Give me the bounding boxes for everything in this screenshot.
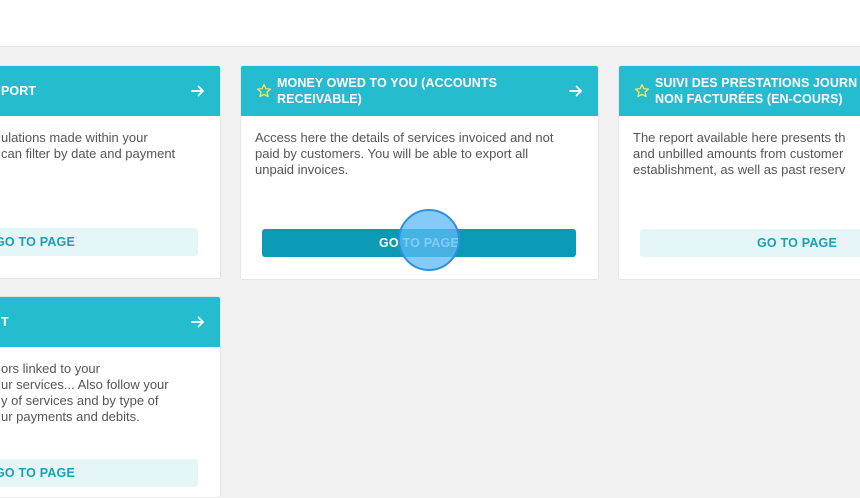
card-header[interactable]: T <box>0 297 220 347</box>
go-to-page-button[interactable]: GO TO PAGE <box>0 459 198 487</box>
card-header[interactable]: SUIVI DES PRESTATIONS JOURN NON FACTURÉE… <box>619 66 860 116</box>
arrow-right-icon[interactable] <box>190 314 206 330</box>
card-description: Access here the details of services invo… <box>255 130 554 177</box>
card-title: T <box>1 315 9 329</box>
star-icon[interactable] <box>256 83 272 99</box>
card-title: SUIVI DES PRESTATIONS JOURN NON FACTURÉE… <box>655 76 858 106</box>
star-icon[interactable] <box>634 83 650 99</box>
arrow-right-icon[interactable] <box>190 83 206 99</box>
card-title: PORT <box>1 84 37 98</box>
report-card-payments: PORT ulations made within your can filte… <box>0 65 221 279</box>
card-description: The report available here presents th an… <box>633 130 846 177</box>
card-description: ors linked to your ur services... Also f… <box>1 361 169 424</box>
click-indicator <box>398 209 460 271</box>
report-card-financial-summary: T ors linked to your ur services... Also… <box>0 296 221 498</box>
card-description: ulations made within your can filter by … <box>1 130 176 161</box>
report-card-unbilled-services: SUIVI DES PRESTATIONS JOURN NON FACTURÉE… <box>618 65 860 280</box>
go-to-page-button[interactable]: GO TO PAGE <box>640 229 860 257</box>
top-bar <box>0 0 860 47</box>
card-header[interactable]: MONEY OWED TO YOU (ACCOUNTS RECEIVABLE) <box>241 66 598 116</box>
arrow-right-icon[interactable] <box>568 83 584 99</box>
card-header[interactable]: PORT <box>0 66 220 116</box>
card-title: MONEY OWED TO YOU (ACCOUNTS RECEIVABLE) <box>277 76 498 106</box>
go-to-page-button[interactable]: GO TO PAGE <box>0 228 198 256</box>
